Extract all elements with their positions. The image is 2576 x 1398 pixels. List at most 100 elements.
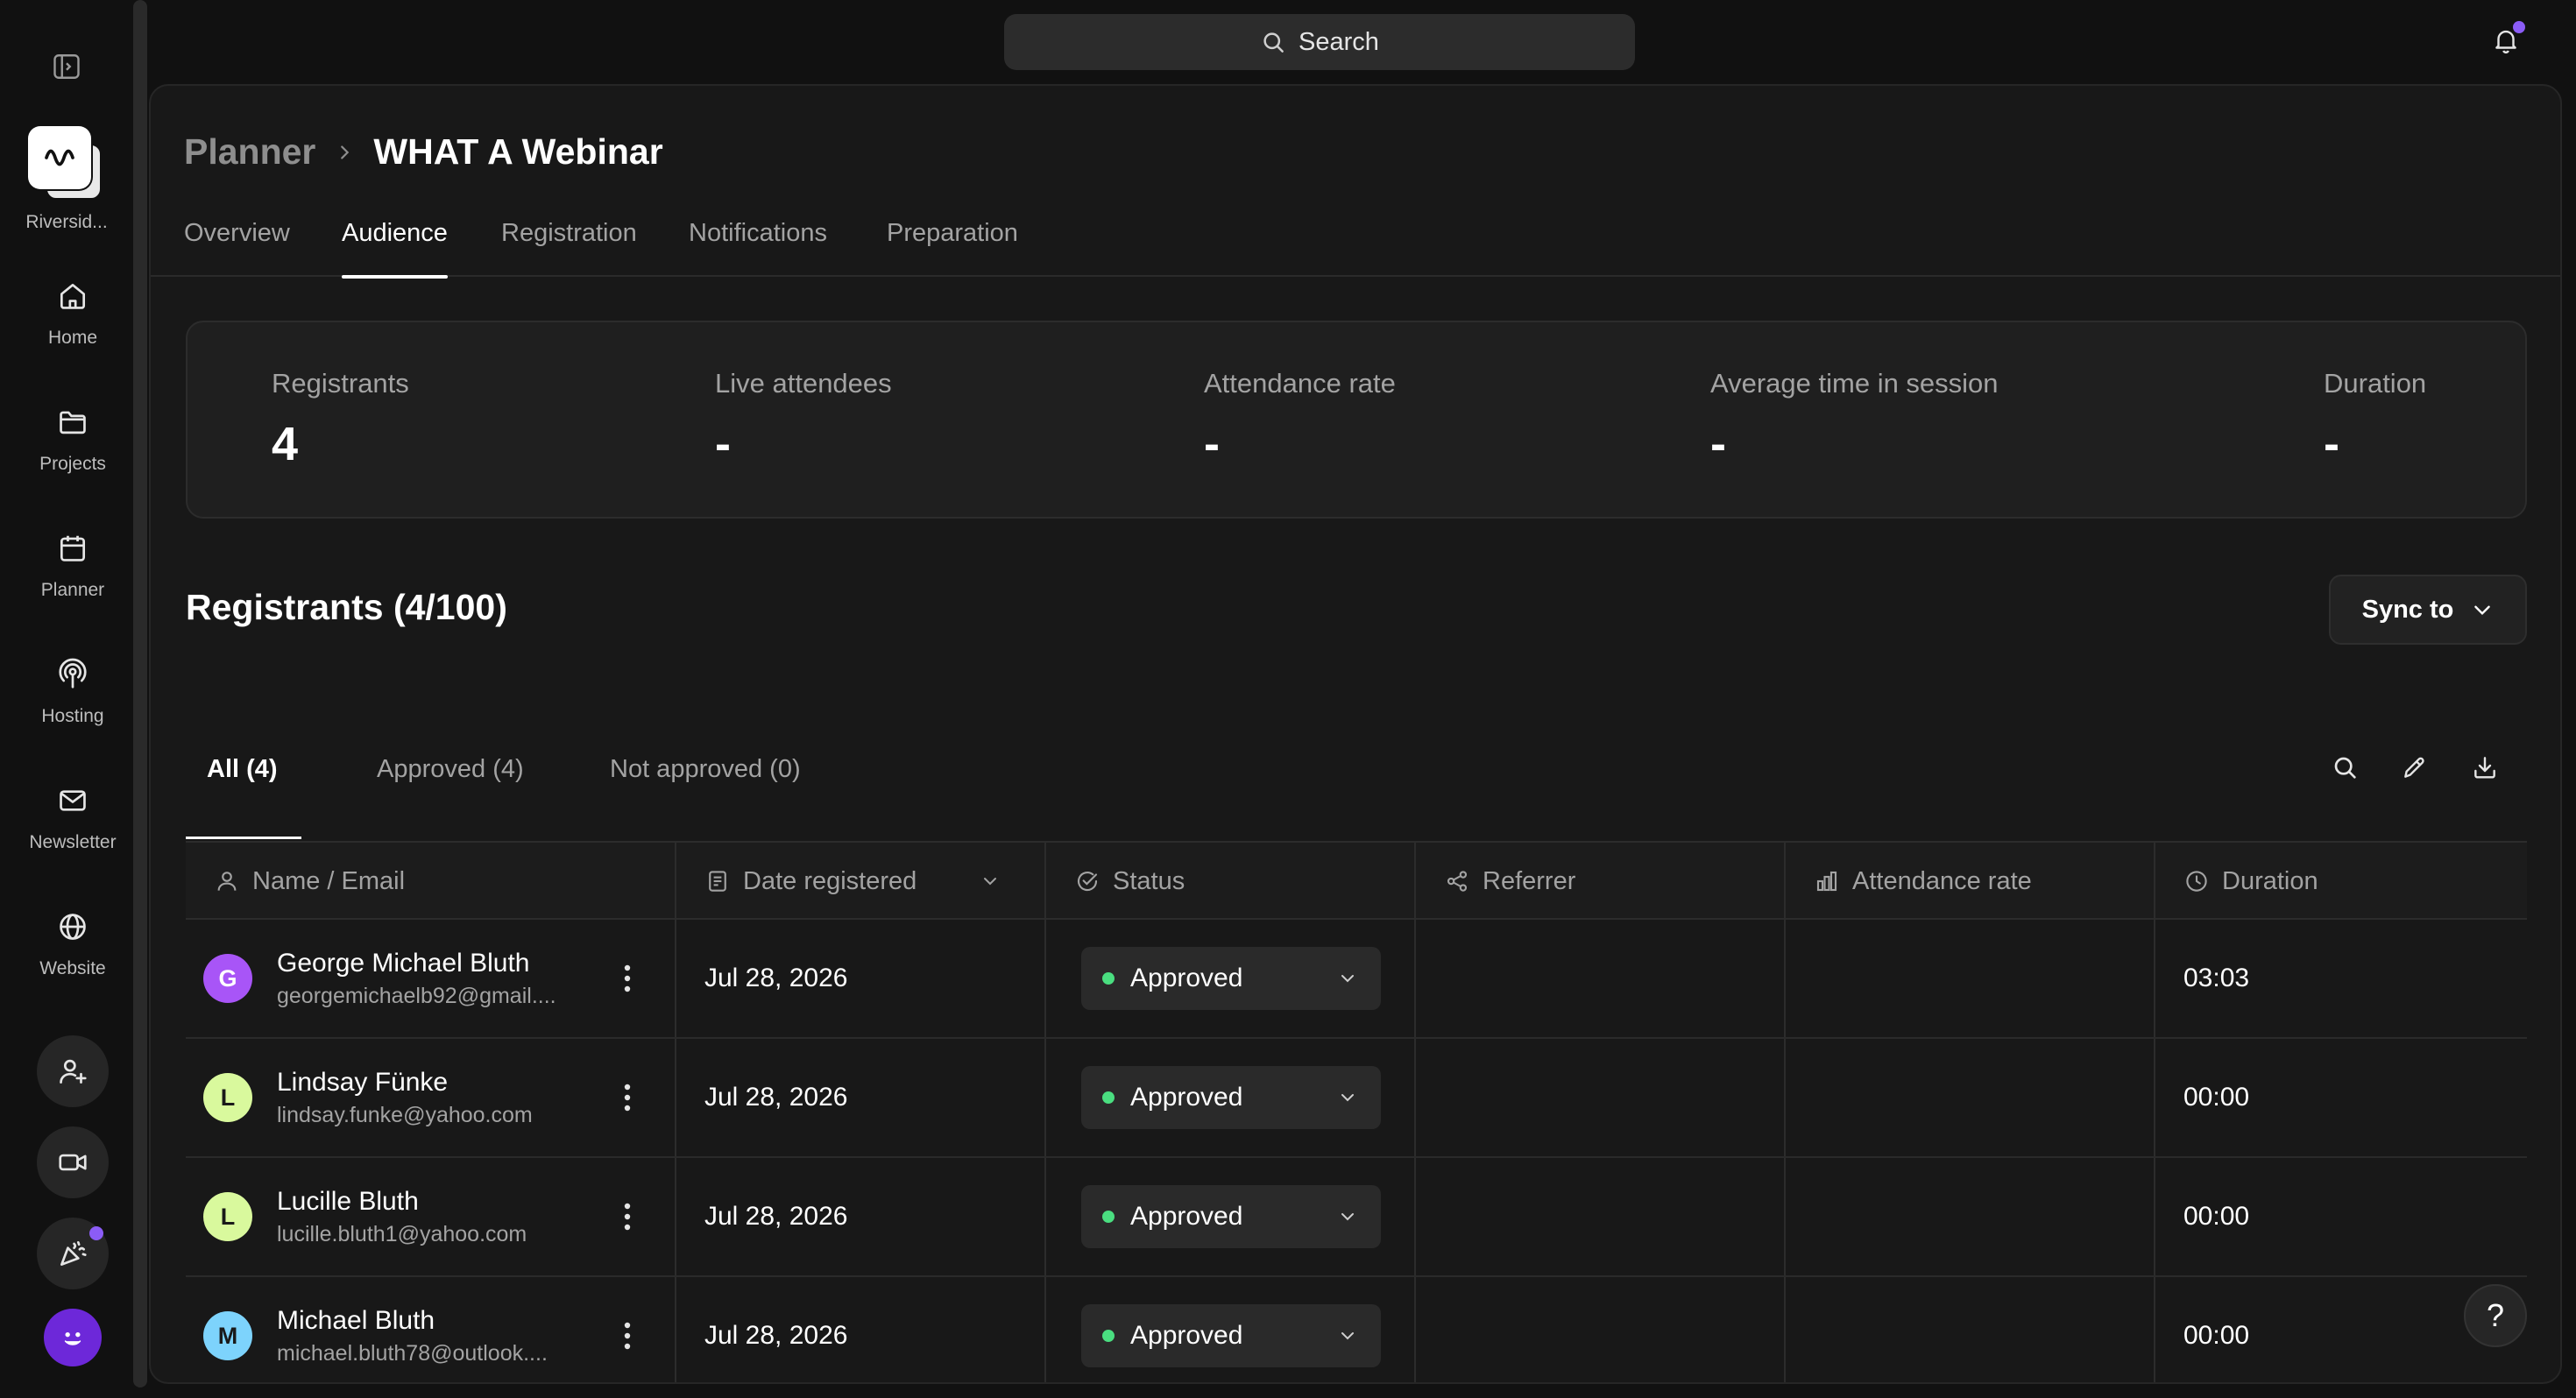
status-label: Approved: [1130, 1083, 1243, 1112]
stat-value: 4: [272, 418, 299, 470]
filter-tab-all[interactable]: All (4): [207, 755, 278, 784]
column-header-status[interactable]: Status: [1046, 843, 1416, 920]
page-tabs: Overview Audience Registration Notificat…: [151, 217, 2560, 279]
column-header-referrer[interactable]: Referrer: [1416, 843, 1786, 920]
sidebar-item-label: Planner: [40, 580, 105, 600]
column-divider: [1414, 843, 1416, 920]
calendar-icon: [53, 529, 92, 568]
sync-to-button[interactable]: Sync to: [2329, 575, 2527, 645]
column-header-date[interactable]: Date registered: [676, 843, 1046, 920]
add-user-icon: [60, 1059, 87, 1084]
registrant-name: Michael Bluth: [277, 1305, 435, 1335]
registrant-email: georgemichaelb92@gmail....: [277, 983, 556, 1008]
registrant-email: lindsay.funke@yahoo.com: [277, 1102, 533, 1127]
attendance-cell: [1786, 1039, 2155, 1156]
column-divider: [1044, 1158, 1046, 1275]
row-actions-button[interactable]: [613, 1317, 641, 1354]
sidebar-item-home[interactable]: Home: [0, 270, 145, 366]
invite-user-button[interactable]: [37, 1035, 109, 1107]
status-dropdown[interactable]: Approved: [1081, 1066, 1381, 1129]
column-divider: [675, 920, 676, 1037]
sidebar-toggle-icon[interactable]: [49, 49, 84, 84]
sidebar-item-website[interactable]: Website: [0, 900, 145, 997]
active-tab-indicator: [186, 837, 301, 839]
sort-chevron-down-icon[interactable]: [980, 871, 1001, 892]
attendance-cell: [1786, 920, 2155, 1037]
tab-overview[interactable]: Overview: [184, 217, 290, 277]
column-divider: [675, 1158, 676, 1275]
row-actions-button[interactable]: [613, 1079, 641, 1116]
date-registered: Jul 28, 2026: [704, 1083, 848, 1112]
registrant-name: Lindsay Fünke: [277, 1067, 449, 1097]
attendance-cell: [1786, 1158, 2155, 1275]
global-search-input[interactable]: Search: [1004, 14, 1635, 70]
sidebar-item-newsletter[interactable]: Newsletter: [0, 774, 145, 871]
stats-card: Registrants 4 Live attendees - Attendanc…: [186, 321, 2527, 519]
column-divider: [1044, 1277, 1046, 1382]
sidebar-scrollbar[interactable]: [133, 0, 147, 1387]
duration-cell: 03:03: [2155, 920, 2527, 1037]
status-dropdown[interactable]: Approved: [1081, 1185, 1381, 1248]
clock-icon: [2186, 871, 2207, 892]
workspace-switcher[interactable]: Riversid...: [25, 124, 108, 235]
name-cell: M Michael Bluth michael.bluth78@outlook.…: [203, 1277, 676, 1382]
tab-preparation[interactable]: Preparation: [887, 217, 1018, 277]
bar-chart-icon: [1816, 871, 1837, 892]
sidebar-item-planner[interactable]: Planner: [0, 522, 145, 618]
registrant-email: michael.bluth78@outlook....: [277, 1340, 548, 1366]
help-button[interactable]: ?: [2464, 1284, 2527, 1347]
tab-registration[interactable]: Registration: [501, 217, 637, 277]
status-dot: [1102, 1330, 1115, 1342]
status-dot: [1102, 972, 1115, 985]
notifications-button[interactable]: [2487, 21, 2525, 60]
search-registrants-button[interactable]: [2327, 750, 2362, 785]
party-popper-icon: [60, 1240, 87, 1267]
notification-dot: [2513, 21, 2525, 33]
column-divider: [1784, 843, 1786, 920]
mail-icon: [53, 781, 92, 820]
user-icon: [217, 872, 237, 891]
status-label: Approved: [1130, 964, 1243, 992]
pencil-icon: [2404, 757, 2424, 778]
download-registrants-button[interactable]: [2467, 750, 2502, 785]
tab-notifications[interactable]: Notifications: [689, 217, 827, 277]
registrant-name: Lucille Bluth: [277, 1186, 419, 1216]
status-dropdown[interactable]: Approved: [1081, 1304, 1381, 1367]
column-header-duration[interactable]: Duration: [2155, 843, 2527, 920]
column-divider: [1044, 920, 1046, 1037]
filter-tab-not-approved[interactable]: Not approved (0): [610, 755, 801, 784]
breadcrumb-parent-link[interactable]: Planner: [184, 131, 315, 173]
status-dropdown[interactable]: Approved: [1081, 947, 1381, 1010]
stat-value: -: [1710, 418, 1726, 470]
column-divider: [675, 1039, 676, 1156]
row-actions-button[interactable]: [613, 1198, 641, 1235]
registrant-name: George Michael Bluth: [277, 948, 530, 978]
referrer-cell: [1416, 1039, 1786, 1156]
duration-value: 00:00: [2183, 1083, 2250, 1112]
table-row[interactable]: G George Michael Bluth georgemichaelb92@…: [186, 920, 2527, 1039]
tab-audience[interactable]: Audience: [342, 217, 448, 279]
registrant-email: lucille.bluth1@yahoo.com: [277, 1221, 527, 1246]
whats-new-button[interactable]: [37, 1218, 109, 1289]
table-row[interactable]: M Michael Bluth michael.bluth78@outlook.…: [186, 1277, 2527, 1382]
table-row[interactable]: L Lucille Bluth lucille.bluth1@yahoo.com…: [186, 1158, 2527, 1277]
date-registered: Jul 28, 2026: [704, 1202, 848, 1231]
workspace-logo: [28, 126, 91, 189]
stat-registrants: Registrants 4: [272, 368, 409, 471]
table-header: Name / Email Date registered Status Refe…: [186, 841, 2527, 920]
table-row[interactable]: L Lindsay Fünke lindsay.funke@yahoo.com …: [186, 1039, 2527, 1158]
row-actions-button[interactable]: [613, 960, 641, 997]
column-header-name[interactable]: Name / Email: [186, 843, 676, 920]
column-header-attendance[interactable]: Attendance rate: [1786, 843, 2155, 920]
column-divider: [2154, 920, 2155, 1037]
sidebar-item-hosting[interactable]: Hosting: [0, 648, 145, 745]
edit-registrants-button[interactable]: [2397, 750, 2432, 785]
user-avatar[interactable]: [44, 1309, 102, 1366]
status-dot: [1102, 1091, 1115, 1104]
download-icon: [2474, 757, 2495, 779]
filter-tab-approved[interactable]: Approved (4): [377, 755, 524, 784]
sidebar-item-projects[interactable]: Projects: [0, 396, 145, 492]
sync-label: Sync to: [2361, 595, 2454, 624]
column-label: Date registered: [743, 866, 917, 895]
record-video-button[interactable]: [37, 1126, 109, 1198]
